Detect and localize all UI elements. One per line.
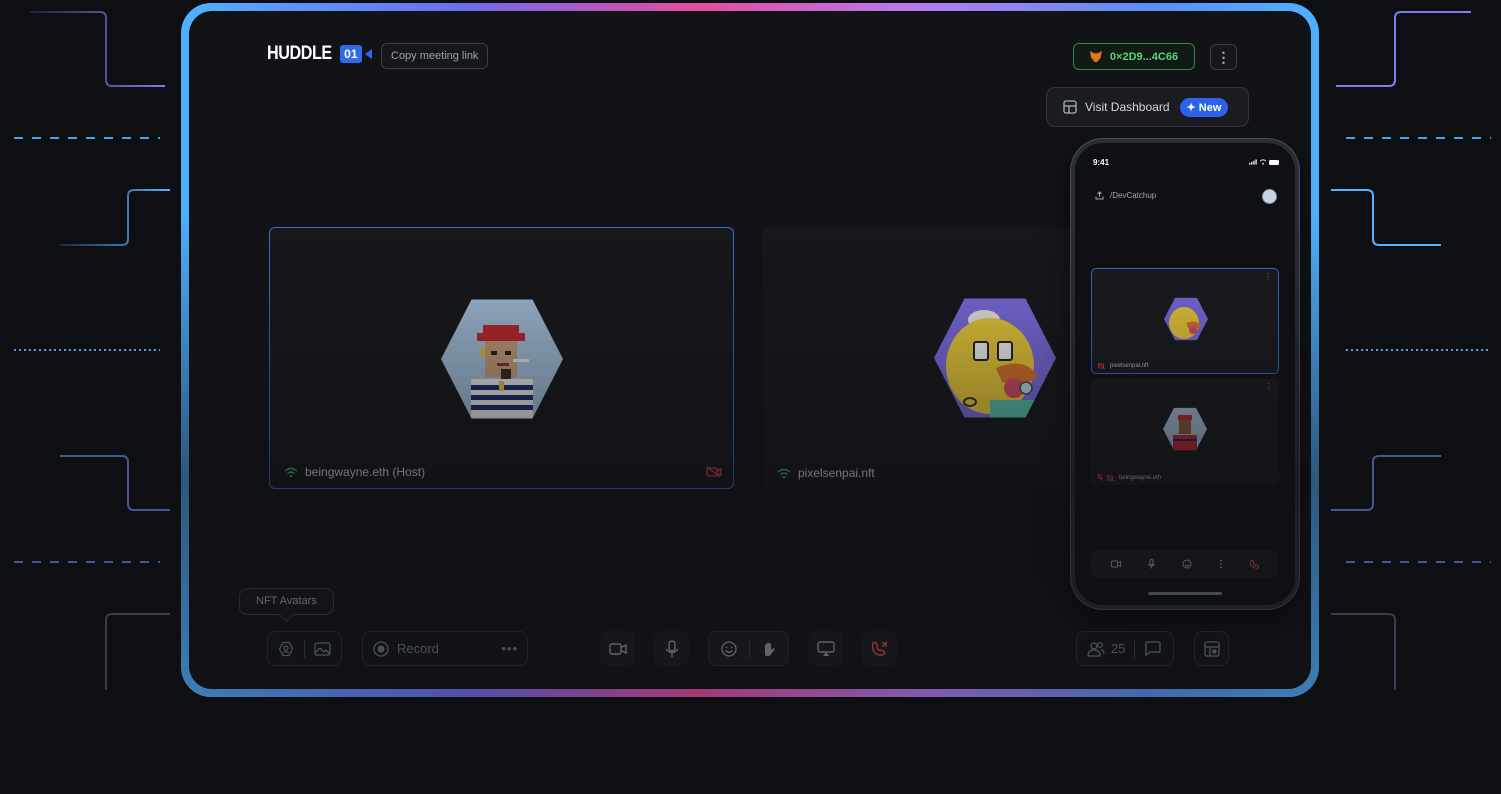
new-badge: ✦ New xyxy=(1179,97,1229,117)
microphone-toggle-button[interactable] xyxy=(654,631,689,666)
layout-widget-button[interactable] xyxy=(1194,631,1229,666)
participant-name-guest: pixelsenpai.nft xyxy=(777,466,875,480)
participant-name-label: pixelsenpai.nft xyxy=(798,466,875,480)
chat-bubble-icon xyxy=(1145,641,1161,656)
video-tile-host[interactable]: beingwayne.eth (Host) xyxy=(269,227,734,489)
mobile-phone-preview: 9:41 /DevCatchup ⋮ pixelsenpai.nft ⋮ bei… xyxy=(1071,139,1299,609)
nft-avatars-tooltip: NFT Avatars xyxy=(239,588,334,615)
more-vertical-icon: ⋮ xyxy=(1216,48,1231,65)
wallet-address-button[interactable]: 0×2D9...4C66 xyxy=(1073,43,1195,70)
participant-name-label: beingwayne.eth xyxy=(1119,474,1162,481)
battery-icon xyxy=(1268,159,1279,165)
chat-button[interactable] xyxy=(1135,632,1169,665)
camera-off-icon xyxy=(1107,474,1115,481)
phone-video-tile[interactable]: ⋮ beingwayne.eth xyxy=(1091,379,1279,485)
participant-name-host: beingwayne.eth (Host) xyxy=(284,465,425,479)
meeting-room: HUDDLE 01 Copy meeting link 0×2D9...4C66… xyxy=(189,11,1311,689)
room-name: /DevCatchup xyxy=(1110,191,1157,200)
hand-icon xyxy=(764,642,775,656)
logo-camera-icon xyxy=(364,49,372,59)
phone-screen: 9:41 /DevCatchup ⋮ pixelsenpai.nft ⋮ bei… xyxy=(1075,143,1295,605)
participant-count: 25 xyxy=(1111,641,1126,656)
more-vertical-icon[interactable] xyxy=(1219,559,1223,569)
more-vertical-icon[interactable]: ⋮ xyxy=(1264,272,1272,281)
phone-room-title: /DevCatchup xyxy=(1095,191,1156,200)
wallet-address: 0×2D9...4C66 xyxy=(1109,50,1179,63)
raise-hand-button[interactable] xyxy=(749,632,788,665)
more-vertical-icon[interactable]: ⋮ xyxy=(1265,382,1273,391)
phone-avatar-duck xyxy=(1164,297,1208,341)
visit-dashboard-label: Visit Dashboard xyxy=(1085,100,1170,114)
phone-time: 9:41 xyxy=(1093,158,1110,167)
participant-name-label: beingwayne.eth (Host) xyxy=(305,465,426,479)
microphone-icon[interactable] xyxy=(1147,559,1155,569)
camera-toggle-button[interactable] xyxy=(600,631,635,666)
leave-call-button[interactable] xyxy=(862,631,897,666)
share-icon[interactable] xyxy=(1095,191,1104,200)
nft-avatar-punk xyxy=(441,299,563,419)
logo-badge: 01 xyxy=(340,45,362,63)
end-call-icon xyxy=(871,641,887,656)
end-call-icon[interactable] xyxy=(1249,559,1260,569)
microphone-icon xyxy=(664,639,679,657)
record-icon xyxy=(373,640,389,657)
phone-status-icons xyxy=(1249,159,1279,165)
emoji-icon[interactable] xyxy=(1182,559,1192,569)
phone-video-tile[interactable]: ⋮ pixelsenpai.nft xyxy=(1091,268,1279,374)
video-camera-icon xyxy=(608,642,627,655)
background-image-button[interactable] xyxy=(305,632,342,665)
logo-word: HUDDLE xyxy=(267,43,332,64)
camera-off-icon xyxy=(706,466,722,478)
cellular-icon xyxy=(1249,159,1257,165)
record-button[interactable]: Record ••• xyxy=(362,631,528,666)
nft-hexagon-icon xyxy=(278,641,293,656)
emoji-reaction-button[interactable] xyxy=(709,632,749,665)
huddle01-logo: HUDDLE 01 xyxy=(267,43,372,65)
camera-off-icon xyxy=(1098,363,1106,369)
signal-icon xyxy=(284,467,298,477)
phone-participant-name: beingwayne.eth xyxy=(1097,474,1161,481)
signal-icon xyxy=(777,468,791,478)
visit-dashboard-menu-item[interactable]: Visit Dashboard ✦ New xyxy=(1046,87,1249,127)
record-label: Record xyxy=(397,641,439,656)
avatar-background-group xyxy=(267,631,342,666)
mic-off-icon xyxy=(1097,474,1103,481)
screen-share-icon xyxy=(816,640,835,656)
phone-avatar-punk xyxy=(1163,407,1207,451)
nft-avatar-duck xyxy=(934,298,1056,418)
participants-button[interactable]: 25 xyxy=(1087,632,1125,665)
decorative-lines-left xyxy=(0,0,180,700)
more-options-button[interactable]: ⋮ xyxy=(1210,44,1237,70)
participants-chat-group: 25 xyxy=(1076,631,1174,666)
dashboard-layout-icon xyxy=(1063,100,1077,114)
decorative-lines-right xyxy=(1321,0,1501,700)
app-window-frame: HUDDLE 01 Copy meeting link 0×2D9...4C66… xyxy=(181,3,1319,697)
phone-user-avatar[interactable] xyxy=(1262,189,1277,204)
image-icon xyxy=(314,641,331,656)
home-indicator xyxy=(1148,592,1222,595)
stage: HUDDLE 01 Copy meeting link 0×2D9...4C66… xyxy=(0,0,1501,794)
layout-widget-icon xyxy=(1203,640,1220,657)
participant-name-label: pixelsenpai.nft xyxy=(1110,363,1149,369)
video-camera-icon[interactable] xyxy=(1110,560,1121,568)
record-options-icon[interactable]: ••• xyxy=(501,641,518,656)
people-icon xyxy=(1087,641,1105,657)
metamask-fox-icon xyxy=(1089,51,1102,62)
nft-avatar-button[interactable] xyxy=(268,632,304,665)
screen-share-button[interactable] xyxy=(808,631,843,666)
phone-call-controls xyxy=(1091,550,1279,578)
wifi-icon xyxy=(1259,159,1266,165)
reactions-group xyxy=(708,631,789,666)
phone-participant-name: pixelsenpai.nft xyxy=(1098,363,1148,369)
copy-meeting-link-button[interactable]: Copy meeting link xyxy=(381,43,489,69)
emoji-icon xyxy=(721,640,737,657)
